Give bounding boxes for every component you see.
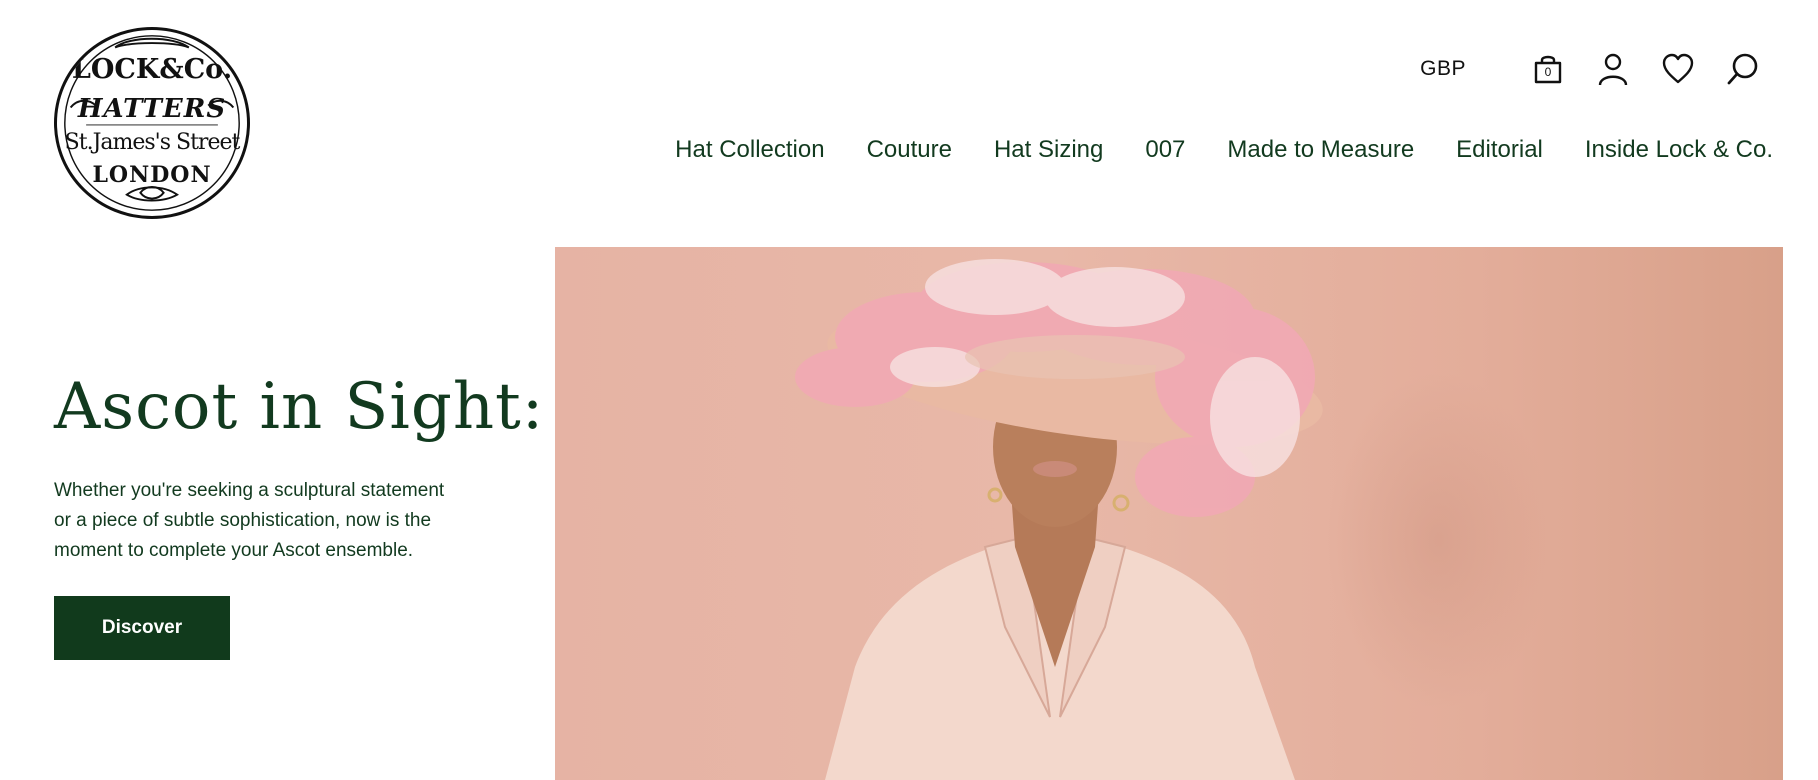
logo-text-lock-co: LOCK&Co. — [71, 54, 233, 85]
wishlist-button[interactable] — [1661, 52, 1695, 86]
logo-text-hatters: HATTERS — [77, 94, 227, 124]
nav-item-made-to-measure[interactable]: Made to Measure — [1227, 136, 1414, 164]
logo-text-london: LONDON — [92, 162, 212, 188]
utility-bar: GBP 0 — [1420, 52, 1760, 86]
hero-photo-illustration — [795, 259, 1323, 780]
discover-button[interactable]: Discover — [54, 596, 230, 660]
bag-count-badge: 0 — [1544, 65, 1552, 79]
wishlist-heart-icon — [1662, 53, 1694, 84]
nav-item-hat-sizing[interactable]: Hat Sizing — [994, 136, 1103, 164]
main-navigation: Hat Collection Couture Hat Sizing 007 Ma… — [633, 136, 1773, 164]
brand-logo[interactable]: LOCK&Co. HATTERS St.James's Street LONDO… — [54, 27, 250, 219]
nav-item-couture[interactable]: Couture — [867, 136, 952, 164]
hero-image[interactable] — [555, 247, 1783, 780]
logo-text-street: St.James's Street — [64, 130, 241, 155]
account-icon — [1598, 53, 1628, 86]
account-button[interactable] — [1596, 52, 1630, 86]
search-button[interactable] — [1726, 52, 1760, 86]
search-icon — [1727, 53, 1758, 85]
nav-item-editorial[interactable]: Editorial — [1456, 136, 1543, 164]
shopping-bag-button[interactable]: 0 — [1531, 52, 1565, 86]
currency-selector[interactable]: GBP — [1420, 57, 1466, 81]
hero-title: Ascot in Sight: — [54, 370, 545, 444]
nav-item-hat-collection[interactable]: Hat Collection — [675, 136, 824, 164]
hero-description: Whether you're seeking a sculptural stat… — [54, 480, 445, 561]
nav-item-inside-lock-co[interactable]: Inside Lock & Co. — [1585, 136, 1773, 164]
nav-item-007[interactable]: 007 — [1145, 136, 1185, 164]
